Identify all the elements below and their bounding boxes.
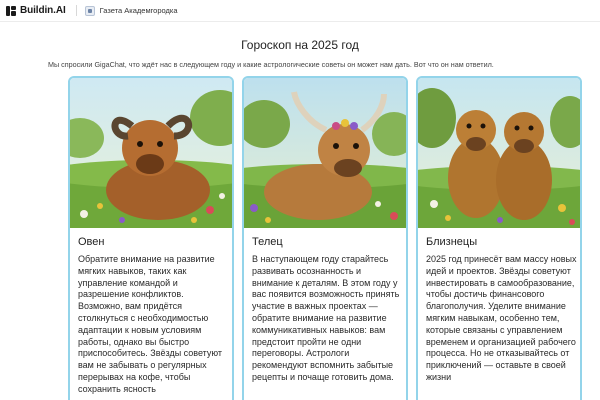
- card-text: 2025 год принесёт вам массу новых идей и…: [426, 254, 577, 382]
- page-icon: [84, 5, 95, 16]
- card-text: Обратите внимание на развитие мягких нав…: [78, 254, 223, 394]
- capybara-ram-image: [70, 78, 232, 228]
- breadcrumb[interactable]: Газета Академгородка: [84, 5, 178, 16]
- horoscope-card-aries[interactable]: Овен Обратите внимание на развитие мягки…: [68, 76, 234, 400]
- buildin-logo-icon: [6, 5, 16, 16]
- top-bar: Buildin.AI Газета Академгородка: [0, 0, 600, 22]
- horoscope-card-taurus[interactable]: Телец В наступающем году старайтесь разв…: [242, 76, 408, 400]
- brand-name: Buildin.AI: [20, 5, 66, 16]
- card-title: Близнецы: [426, 236, 478, 248]
- page-subtitle: Мы спросили GigaChat, что ждёт нас в сле…: [48, 60, 494, 69]
- page-title: Гороскоп на 2025 год: [241, 38, 359, 52]
- capybara-bull-image: [244, 78, 406, 228]
- card-title: Овен: [78, 236, 105, 248]
- card-text: В наступающем году старайтесь развивать …: [252, 254, 400, 382]
- brand-logo[interactable]: Buildin.AI: [6, 5, 66, 16]
- two-capybaras-image: [418, 78, 580, 228]
- breadcrumb-label: Газета Академгородка: [99, 6, 178, 15]
- card-title: Телец: [252, 236, 283, 248]
- breadcrumb-divider: [75, 5, 77, 16]
- horoscope-card-gemini[interactable]: Близнецы 2025 год принесёт вам массу нов…: [416, 76, 582, 400]
